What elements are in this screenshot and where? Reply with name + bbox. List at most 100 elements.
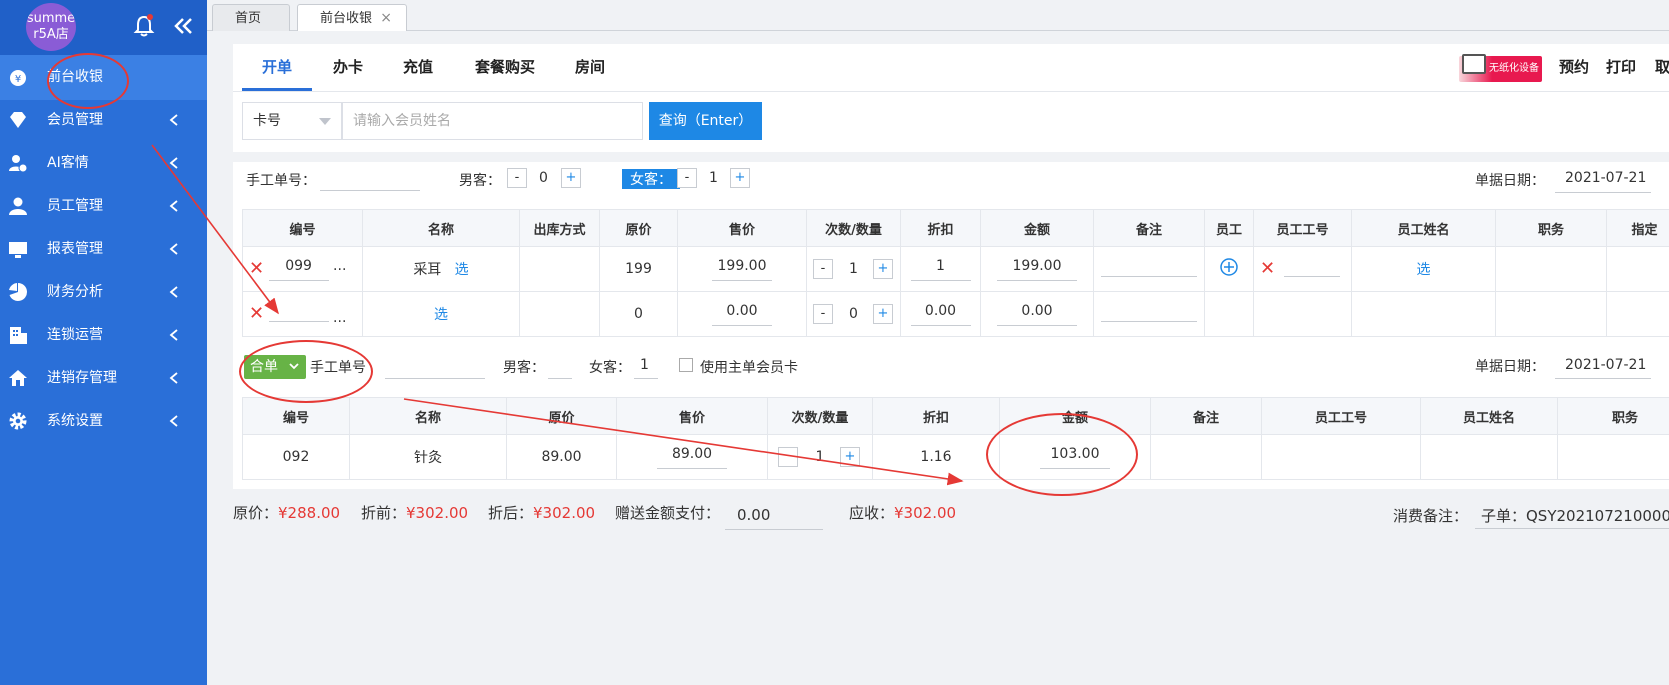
tab-recharge[interactable]: 充值 xyxy=(390,44,446,91)
female-label: 女客： xyxy=(589,360,631,376)
qty-plus-button[interactable]: + xyxy=(840,447,860,467)
male-label: 男客： xyxy=(503,360,545,376)
sidebar-item-chain[interactable]: 连锁运营 xyxy=(0,313,207,358)
sidebar-item-staff[interactable]: 员工管理 xyxy=(0,184,207,229)
merged-items-table: 编号 名称 原价 售价 次数/数量 折扣 金额 备注 员工工号 员工姓名 职务 … xyxy=(242,397,1669,480)
orig-price: 199 xyxy=(599,246,678,292)
manual-no-input[interactable] xyxy=(385,378,485,379)
sidebar-item-settings[interactable]: 系统设置 xyxy=(0,399,207,444)
price-input[interactable]: 0.00 xyxy=(712,303,772,326)
avatar[interactable]: summe r5A店 xyxy=(26,3,76,51)
qty-value[interactable]: 1 xyxy=(816,449,825,465)
qty-plus-button[interactable]: + xyxy=(873,304,893,324)
male-count-input[interactable] xyxy=(548,378,572,379)
name-cell: 针灸 xyxy=(349,434,507,480)
discount-cell: 1.16 xyxy=(872,434,1000,480)
order-date[interactable]: 2021-07-21 xyxy=(1565,357,1646,373)
select-staff-link[interactable]: 选 xyxy=(1417,262,1431,278)
staff-no-input[interactable] xyxy=(1283,257,1340,277)
tab-open-order[interactable]: 开单 xyxy=(242,44,312,91)
qty-value[interactable]: 1 xyxy=(849,261,858,277)
tab-card[interactable]: 办卡 xyxy=(320,44,376,91)
order-items-table: 编号 名称 出库方式 原价 售价 次数/数量 折扣 金额 备注 员工 员工工号 … xyxy=(242,209,1669,337)
amount-input[interactable]: 199.00 xyxy=(997,258,1077,281)
delete-row-icon[interactable]: ✕ xyxy=(249,258,264,279)
merge-order-dropdown[interactable]: 合单 xyxy=(244,355,306,379)
female-minus-button[interactable]: - xyxy=(677,168,697,188)
amount-input[interactable]: 103.00 xyxy=(1040,446,1110,469)
more-button[interactable]: ... xyxy=(333,310,346,326)
clear-staff-icon[interactable]: ✕ xyxy=(1260,258,1275,279)
female-count[interactable]: 1 xyxy=(640,357,649,373)
chevron-left-icon xyxy=(169,243,178,255)
search-type-select[interactable]: 卡号 xyxy=(242,102,342,140)
qty-value[interactable]: 0 xyxy=(849,306,858,322)
sidebar-item-cashier[interactable]: ¥ 前台收银 xyxy=(0,55,207,100)
svg-text:¥: ¥ xyxy=(15,74,21,85)
print-button[interactable]: 打印 xyxy=(1606,44,1636,91)
manual-no-input[interactable] xyxy=(320,190,420,191)
reserve-button[interactable]: 预约 xyxy=(1559,44,1589,91)
sidebar-item-finance[interactable]: 财务分析 xyxy=(0,270,207,315)
sidebar-item-members[interactable]: 会员管理 xyxy=(0,98,207,143)
add-staff-icon[interactable] xyxy=(1219,257,1239,277)
section-gap xyxy=(233,152,1669,162)
qty-minus-button[interactable]: - xyxy=(813,259,833,279)
qty-plus-button[interactable]: + xyxy=(873,259,893,279)
qty-minus-button[interactable] xyxy=(778,447,798,467)
remark-input[interactable] xyxy=(1101,302,1197,322)
price-input[interactable]: 89.00 xyxy=(657,446,727,469)
sidebar-item-label: 系统设置 xyxy=(47,413,103,429)
avatar-text-line2: r5A店 xyxy=(33,27,69,42)
price-input[interactable]: 199.00 xyxy=(712,258,772,281)
select-item-link[interactable]: 选 xyxy=(434,307,448,323)
due-value: ¥302.00 xyxy=(894,504,957,522)
more-button[interactable]: ... xyxy=(333,258,346,274)
column-header: 出库方式 xyxy=(519,209,600,247)
sidebar-item-inventory[interactable]: 进销存管理 xyxy=(0,356,207,401)
column-header: 金额 xyxy=(980,209,1094,247)
remark-input[interactable] xyxy=(1101,257,1197,277)
amount-input[interactable]: 0.00 xyxy=(997,303,1077,326)
pie-chart-icon xyxy=(9,283,27,301)
remark-underline xyxy=(1475,528,1669,529)
chevron-left-icon xyxy=(169,286,178,298)
item-code-input[interactable]: 099 xyxy=(268,258,329,281)
sidebar-item-reports[interactable]: 报表管理 xyxy=(0,227,207,272)
tab-package[interactable]: 套餐购买 xyxy=(460,44,550,91)
tab-room[interactable]: 房间 xyxy=(562,44,618,91)
male-minus-button[interactable]: - xyxy=(507,168,527,188)
female-plus-button[interactable]: + xyxy=(730,168,750,188)
column-header: 售价 xyxy=(616,397,768,435)
use-main-card-checkbox[interactable] xyxy=(679,358,693,372)
delete-row-icon[interactable]: ✕ xyxy=(249,303,264,324)
close-icon[interactable]: × xyxy=(380,5,392,32)
discount-input[interactable]: 0.00 xyxy=(910,303,971,326)
before-total: 折前：¥302.00 xyxy=(361,502,468,523)
take-button[interactable]: 取 xyxy=(1655,44,1669,91)
qty-minus-button[interactable]: - xyxy=(813,304,833,324)
male-plus-button[interactable]: + xyxy=(561,168,581,188)
column-header: 员工 xyxy=(1204,209,1254,247)
sidebar-item-ai[interactable]: AI客情 xyxy=(0,141,207,186)
select-item-link[interactable]: 选 xyxy=(455,262,469,278)
paperless-device-button[interactable]: 无纸化设备 xyxy=(1459,54,1542,82)
tab-home[interactable]: 首页 xyxy=(212,4,290,31)
discount-input[interactable]: 1 xyxy=(910,258,971,281)
home-icon xyxy=(9,370,27,386)
member-search-input[interactable] xyxy=(342,102,643,140)
column-header: 名称 xyxy=(362,209,520,247)
remark-cell xyxy=(1150,434,1262,480)
order-date[interactable]: 2021-07-21 xyxy=(1565,170,1646,186)
orig-label: 原价： xyxy=(233,504,279,522)
chevron-left-icon xyxy=(169,157,178,169)
orig-total: 原价：¥288.00 xyxy=(233,502,340,523)
gift-input[interactable]: 0.00 xyxy=(737,506,770,524)
search-button[interactable]: 查询（Enter） xyxy=(649,102,762,140)
tab-cashier[interactable]: 前台收银 × xyxy=(297,4,407,31)
item-code-input[interactable] xyxy=(268,302,329,322)
collapse-sidebar-icon[interactable] xyxy=(172,14,194,38)
manual-no-label: 手工单号： xyxy=(246,173,316,189)
price-cell: 0.00 xyxy=(677,291,807,337)
table-row: ✕ 099 ... 采耳 选 199 199.00 - 1 + 1 199.00 xyxy=(242,246,1669,292)
